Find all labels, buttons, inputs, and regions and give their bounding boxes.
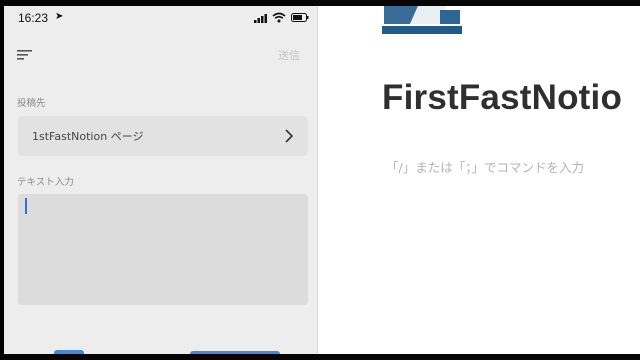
filter-lines-icon[interactable] xyxy=(17,49,33,61)
text-input-area[interactable] xyxy=(18,194,308,305)
text-caret xyxy=(25,198,27,214)
battery-icon xyxy=(291,13,309,22)
block-placeholder[interactable]: 「/」または「；」でコマンドを入力 xyxy=(386,157,584,176)
wifi-icon xyxy=(272,12,286,23)
page-cover-icon xyxy=(382,6,462,34)
destination-selector[interactable]: 1stFastNotion ページ xyxy=(18,116,308,156)
destination-label: 投稿先 xyxy=(17,98,46,109)
chevron-right-icon xyxy=(285,129,294,143)
destination-value: 1stFastNotion ページ xyxy=(32,130,144,143)
video-frame-bottom xyxy=(0,354,640,360)
page-title: FirstFastNotio xyxy=(382,78,623,117)
text-input-label: テキスト入力 xyxy=(17,177,74,188)
send-button[interactable]: 送信 xyxy=(278,47,300,63)
status-time: 16:23 xyxy=(18,11,49,25)
phone-app-screen: 16:23 ➤ 送信 投稿先 1stFastNotion ページ テキスト入力 xyxy=(4,6,318,354)
status-bar: 16:23 ➤ xyxy=(4,6,317,28)
notion-page: FirstFastNotio 「/」または「；」でコマンドを入力 xyxy=(318,6,640,354)
location-arrow-icon: ➤ xyxy=(55,11,64,22)
cellular-signal-icon xyxy=(254,14,267,23)
